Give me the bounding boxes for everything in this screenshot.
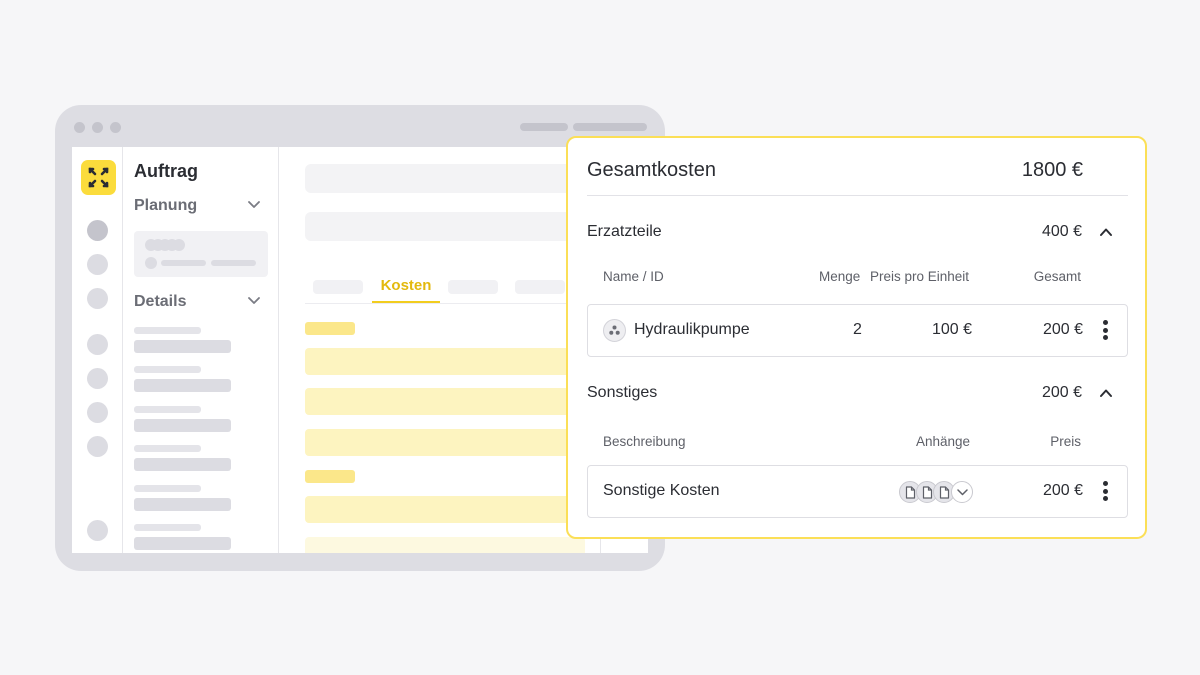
row-placeholder bbox=[305, 496, 585, 523]
cost-description: Sonstige Kosten bbox=[603, 482, 720, 499]
column-header-unit-price: Preis pro Einheit bbox=[870, 269, 970, 284]
rail-nav-icon[interactable] bbox=[87, 254, 108, 275]
rail-nav-icon[interactable] bbox=[87, 520, 108, 541]
part-name: Hydraulikpumpe bbox=[634, 321, 750, 338]
address-bar-placeholder bbox=[520, 123, 568, 131]
text-placeholder bbox=[134, 366, 201, 373]
section-amount-other: 200 € bbox=[1041, 384, 1082, 401]
nav-section-planung[interactable]: Planung bbox=[134, 197, 197, 215]
more-options-icon[interactable] bbox=[1099, 481, 1111, 501]
section-label-placeholder bbox=[305, 470, 355, 483]
tab-kosten[interactable]: Kosten bbox=[372, 277, 440, 294]
planning-placeholder-card bbox=[134, 231, 268, 277]
column-header-attachments: Anhänge bbox=[916, 434, 971, 449]
field-placeholder bbox=[134, 379, 231, 392]
avatar-placeholder bbox=[173, 239, 185, 251]
column-header-price: Preis bbox=[1050, 434, 1081, 449]
window-dot bbox=[74, 122, 85, 133]
column-header-total: Gesamt bbox=[1033, 269, 1081, 284]
total-amount: 1800 € bbox=[1021, 159, 1083, 181]
nav-title: Auftrag bbox=[134, 161, 198, 181]
column-header-name: Name / ID bbox=[603, 269, 664, 284]
logo-icon bbox=[88, 167, 109, 188]
header-placeholder bbox=[305, 212, 585, 241]
header-placeholder bbox=[305, 164, 585, 193]
section-title-spare-parts: Erzatzteile bbox=[587, 223, 662, 240]
field-placeholder bbox=[134, 537, 231, 550]
tab-placeholder[interactable] bbox=[313, 280, 363, 294]
more-options-icon[interactable] bbox=[1099, 320, 1111, 340]
text-placeholder bbox=[134, 445, 201, 452]
section-title-other: Sonstiges bbox=[587, 384, 658, 401]
chevron-down-icon[interactable] bbox=[248, 297, 260, 305]
text-placeholder bbox=[161, 260, 206, 266]
icon-placeholder bbox=[145, 257, 157, 269]
rail-nav-icon[interactable] bbox=[87, 368, 108, 389]
tab-active-indicator bbox=[372, 301, 440, 303]
window-dot bbox=[92, 122, 103, 133]
field-placeholder bbox=[134, 340, 231, 353]
part-unit-price: 100 € bbox=[931, 321, 972, 338]
chevron-down-icon[interactable] bbox=[951, 481, 973, 503]
part-icon bbox=[603, 319, 626, 342]
text-placeholder bbox=[134, 406, 201, 413]
part-total: 200 € bbox=[1042, 321, 1083, 338]
row-placeholder bbox=[305, 537, 585, 553]
card-title: Gesamtkosten bbox=[587, 159, 716, 181]
field-placeholder bbox=[134, 498, 231, 511]
text-placeholder bbox=[134, 327, 201, 334]
section-amount-spare-parts: 400 € bbox=[1041, 223, 1082, 240]
window-dot bbox=[110, 122, 121, 133]
row-placeholder bbox=[305, 348, 585, 375]
rail-nav-icon[interactable] bbox=[87, 402, 108, 423]
column-header-description: Beschreibung bbox=[603, 434, 686, 449]
section-label-placeholder bbox=[305, 322, 355, 335]
part-quantity: 2 bbox=[853, 321, 862, 338]
rail-nav-icon[interactable] bbox=[87, 288, 108, 309]
text-placeholder bbox=[211, 260, 256, 266]
field-placeholder bbox=[134, 419, 231, 432]
tab-placeholder[interactable] bbox=[515, 280, 565, 294]
row-placeholder bbox=[305, 429, 585, 456]
cost-price: 200 € bbox=[1042, 482, 1083, 499]
text-placeholder bbox=[134, 485, 201, 492]
text-placeholder bbox=[134, 524, 201, 531]
tab-placeholder[interactable] bbox=[448, 280, 498, 294]
row-placeholder bbox=[305, 388, 585, 415]
chevron-up-icon[interactable] bbox=[1099, 386, 1113, 400]
field-placeholder bbox=[134, 458, 231, 471]
app-screen: Auftrag Planung Details Kosten bbox=[72, 147, 648, 553]
side-navigation: Auftrag Planung Details bbox=[124, 147, 279, 553]
rail-nav-icon[interactable] bbox=[87, 220, 108, 241]
column-header-quantity: Menge bbox=[819, 269, 861, 284]
icon-rail bbox=[72, 147, 123, 553]
rail-nav-icon[interactable] bbox=[87, 334, 108, 355]
table-row[interactable]: Sonstige Kosten 200 € bbox=[587, 465, 1128, 518]
attachments-group[interactable] bbox=[899, 481, 975, 503]
chevron-up-icon[interactable] bbox=[1099, 225, 1113, 239]
app-logo[interactable] bbox=[81, 160, 116, 195]
rail-nav-icon[interactable] bbox=[87, 436, 108, 457]
address-bar-placeholder bbox=[573, 123, 647, 131]
nav-section-details[interactable]: Details bbox=[134, 293, 186, 311]
chevron-down-icon[interactable] bbox=[248, 201, 260, 209]
table-row[interactable]: Hydraulikpumpe 2 100 € 200 € bbox=[587, 304, 1128, 357]
cost-summary-card: Gesamtkosten 1800 € Erzatzteile 400 € Na… bbox=[566, 136, 1147, 539]
card-divider bbox=[587, 195, 1128, 196]
